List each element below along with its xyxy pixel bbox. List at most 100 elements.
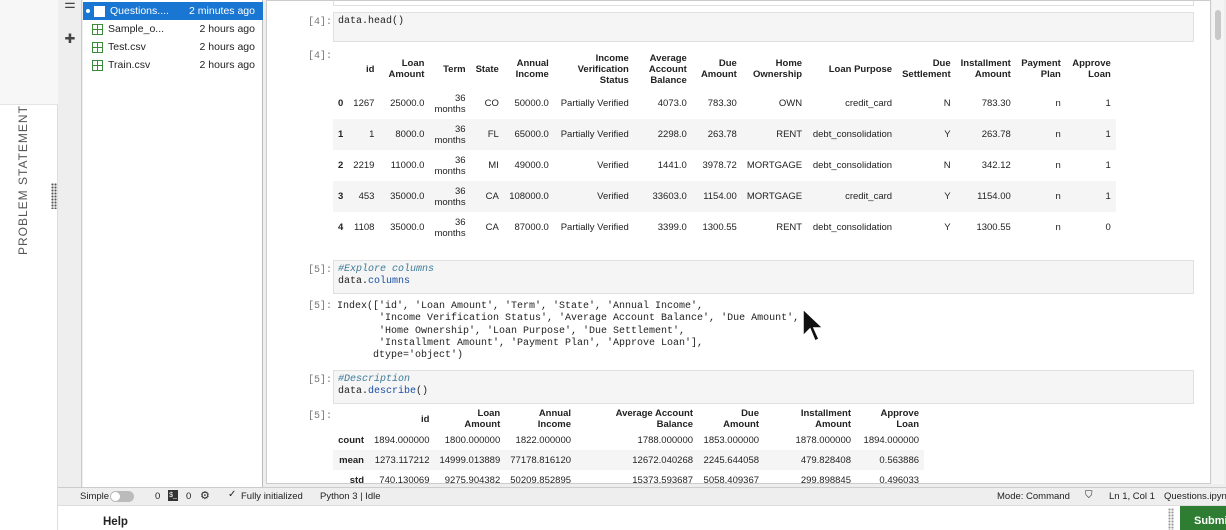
- code-object: data.: [338, 386, 369, 397]
- list-icon[interactable]: ☰: [62, 0, 78, 12]
- column-header: Payment Plan: [1021, 58, 1061, 80]
- table-cell: Y: [897, 119, 956, 150]
- table-cell: debt_consolidation: [812, 222, 893, 233]
- table-row: count 1894.000000 1800.000000 1822.000000 17…: [333, 430, 924, 450]
- table-cell: n: [1055, 98, 1061, 109]
- file-modified: 2 hours ago: [199, 41, 255, 53]
- table-cell: debt_consolidation: [807, 119, 898, 150]
- table-cell: 2298.0: [633, 119, 692, 150]
- resize-handle[interactable]: [1168, 508, 1174, 530]
- spreadsheet-icon: [92, 41, 103, 53]
- table-row: 2 2219 11000.0 36 months MI 49000.0 Verified 14…: [333, 150, 1116, 181]
- cursor-position[interactable]: Ln 1, Col 1: [1109, 491, 1155, 502]
- column-header: Approve Loan: [1072, 58, 1111, 80]
- column-header: Due Amount: [700, 58, 737, 80]
- table-cell: 0.496033: [879, 474, 920, 484]
- table-cell: 11000.0: [390, 160, 425, 171]
- table-cell: 35000.0: [390, 222, 425, 233]
- column-header: Annual Income: [537, 408, 572, 430]
- table-cell: 1788.000000: [637, 434, 694, 446]
- table-cell: CA: [485, 222, 499, 233]
- row-index: 2: [338, 160, 344, 171]
- table-cell: 50000.0: [514, 98, 549, 109]
- table-cell: 87000.0: [514, 222, 549, 233]
- file-name: Train.csv: [108, 59, 151, 71]
- output-prompt: [4]:: [307, 51, 332, 62]
- table-cell: 65000.0: [503, 119, 554, 150]
- row-index: 0: [338, 98, 344, 109]
- file-name: Sample_o...: [108, 23, 165, 35]
- code-cell-describe[interactable]: #Description data.describe(): [333, 370, 1194, 404]
- table-cell: 49000.0: [514, 160, 549, 171]
- row-index: mean: [333, 450, 369, 470]
- gear-icon[interactable]: ⚙: [200, 489, 210, 502]
- kernels-count[interactable]: 0: [186, 491, 191, 502]
- file-item[interactable]: Test.csv 2 hours ago: [83, 38, 263, 56]
- table-cell: 14999.013889: [434, 450, 506, 470]
- table-cell: 2219: [353, 160, 375, 171]
- column-header: Loan Purpose: [828, 63, 893, 75]
- table-cell: 36 months: [434, 216, 466, 239]
- code-cell-columns[interactable]: #Explore columns data.columns: [333, 260, 1194, 294]
- file-item[interactable]: Train.csv 2 hours ago: [83, 56, 263, 74]
- describe-dataframe: id Loan Amount Annual Income Average Accoun…: [333, 408, 925, 484]
- table-cell: MORTGAGE: [746, 160, 803, 171]
- table-cell: 3399.0: [657, 222, 687, 233]
- main-area: [4]: data.head() [4]: id Loan Amount Term S…: [264, 0, 1226, 487]
- input-prompt: [5]:: [307, 265, 332, 276]
- shield-icon[interactable]: ⛉: [1085, 490, 1093, 501]
- table-cell: 783.30: [707, 98, 737, 109]
- simple-mode-toggle[interactable]: [110, 491, 134, 502]
- table-cell: 1300.55: [976, 222, 1011, 233]
- scrollbar-thumb[interactable]: [1215, 10, 1221, 40]
- file-name: Test.csv: [108, 41, 146, 53]
- file-item[interactable]: Sample_o... 2 hours ago: [83, 20, 263, 38]
- problem-statement-tab[interactable]: PROBLEM STATEMENT: [16, 105, 30, 255]
- kernel-status[interactable]: Python 3 | Idle: [320, 491, 381, 502]
- table-cell: debt_consolidation: [812, 160, 893, 171]
- table-row: mean 1273.117212 14999.013889 77178.816120 1…: [333, 450, 925, 470]
- table-cell: 0: [1105, 222, 1111, 233]
- table-cell: 9275.904382: [444, 474, 501, 484]
- problem-statement-panel: PROBLEM STATEMENT: [0, 0, 58, 530]
- status-bar: Simple 0 $_ 0 ⚙ ✓ Fully initialized Pyth…: [58, 487, 1226, 505]
- column-header: Installment Amount: [800, 408, 852, 430]
- column-header: Home Ownership: [752, 58, 803, 80]
- column-header: Annual Income: [515, 58, 549, 80]
- table-cell: 36 months: [429, 181, 471, 212]
- column-header: Installment Amount: [960, 58, 1011, 80]
- help-label[interactable]: Help: [103, 516, 128, 528]
- column-header: [333, 408, 369, 430]
- table-cell: 5058.409367: [703, 474, 760, 484]
- init-status: Fully initialized: [241, 491, 303, 502]
- puzzle-icon[interactable]: ✚: [62, 31, 78, 47]
- table-cell: 3978.72: [702, 160, 737, 171]
- spreadsheet-icon: [92, 23, 103, 35]
- table-cell: credit_card: [845, 98, 893, 109]
- table-row: std 740.130069 9275.904382 50209.852895 1537…: [333, 470, 924, 484]
- column-header: id: [421, 413, 430, 425]
- resize-handle[interactable]: [51, 183, 57, 209]
- code-function: describe: [368, 386, 417, 397]
- table-row: 1 1 8000.0 36 months FL 65000.0 Partially Veri…: [333, 119, 1116, 150]
- file-item[interactable]: Questions.... 2 minutes ago: [83, 2, 263, 20]
- table-cell: 1: [1105, 160, 1111, 171]
- check-icon: ✓: [228, 489, 237, 500]
- column-header: Loan Amount: [464, 408, 501, 430]
- table-cell: 1894.000000: [863, 434, 920, 446]
- column-header: Due Amount: [723, 408, 760, 430]
- table-cell: 479.828408: [764, 450, 857, 470]
- submit-button[interactable]: Submit: [1180, 506, 1226, 530]
- row-index: 1: [333, 119, 349, 150]
- code-object: data.: [338, 276, 369, 287]
- code-comment: #Explore columns: [338, 264, 435, 275]
- panel-header: [0, 0, 58, 105]
- table-cell: 12672.040268: [576, 450, 699, 470]
- output-prompt: [5]:: [307, 411, 332, 422]
- code-comment: #Description: [338, 374, 411, 385]
- notebook-scrollbar[interactable]: [1212, 0, 1224, 484]
- terminal-icon[interactable]: $_: [168, 490, 178, 501]
- terminals-count[interactable]: 0: [155, 491, 160, 502]
- code-cell-head[interactable]: data.head(): [333, 12, 1194, 42]
- table-cell: 740.130069: [379, 474, 430, 484]
